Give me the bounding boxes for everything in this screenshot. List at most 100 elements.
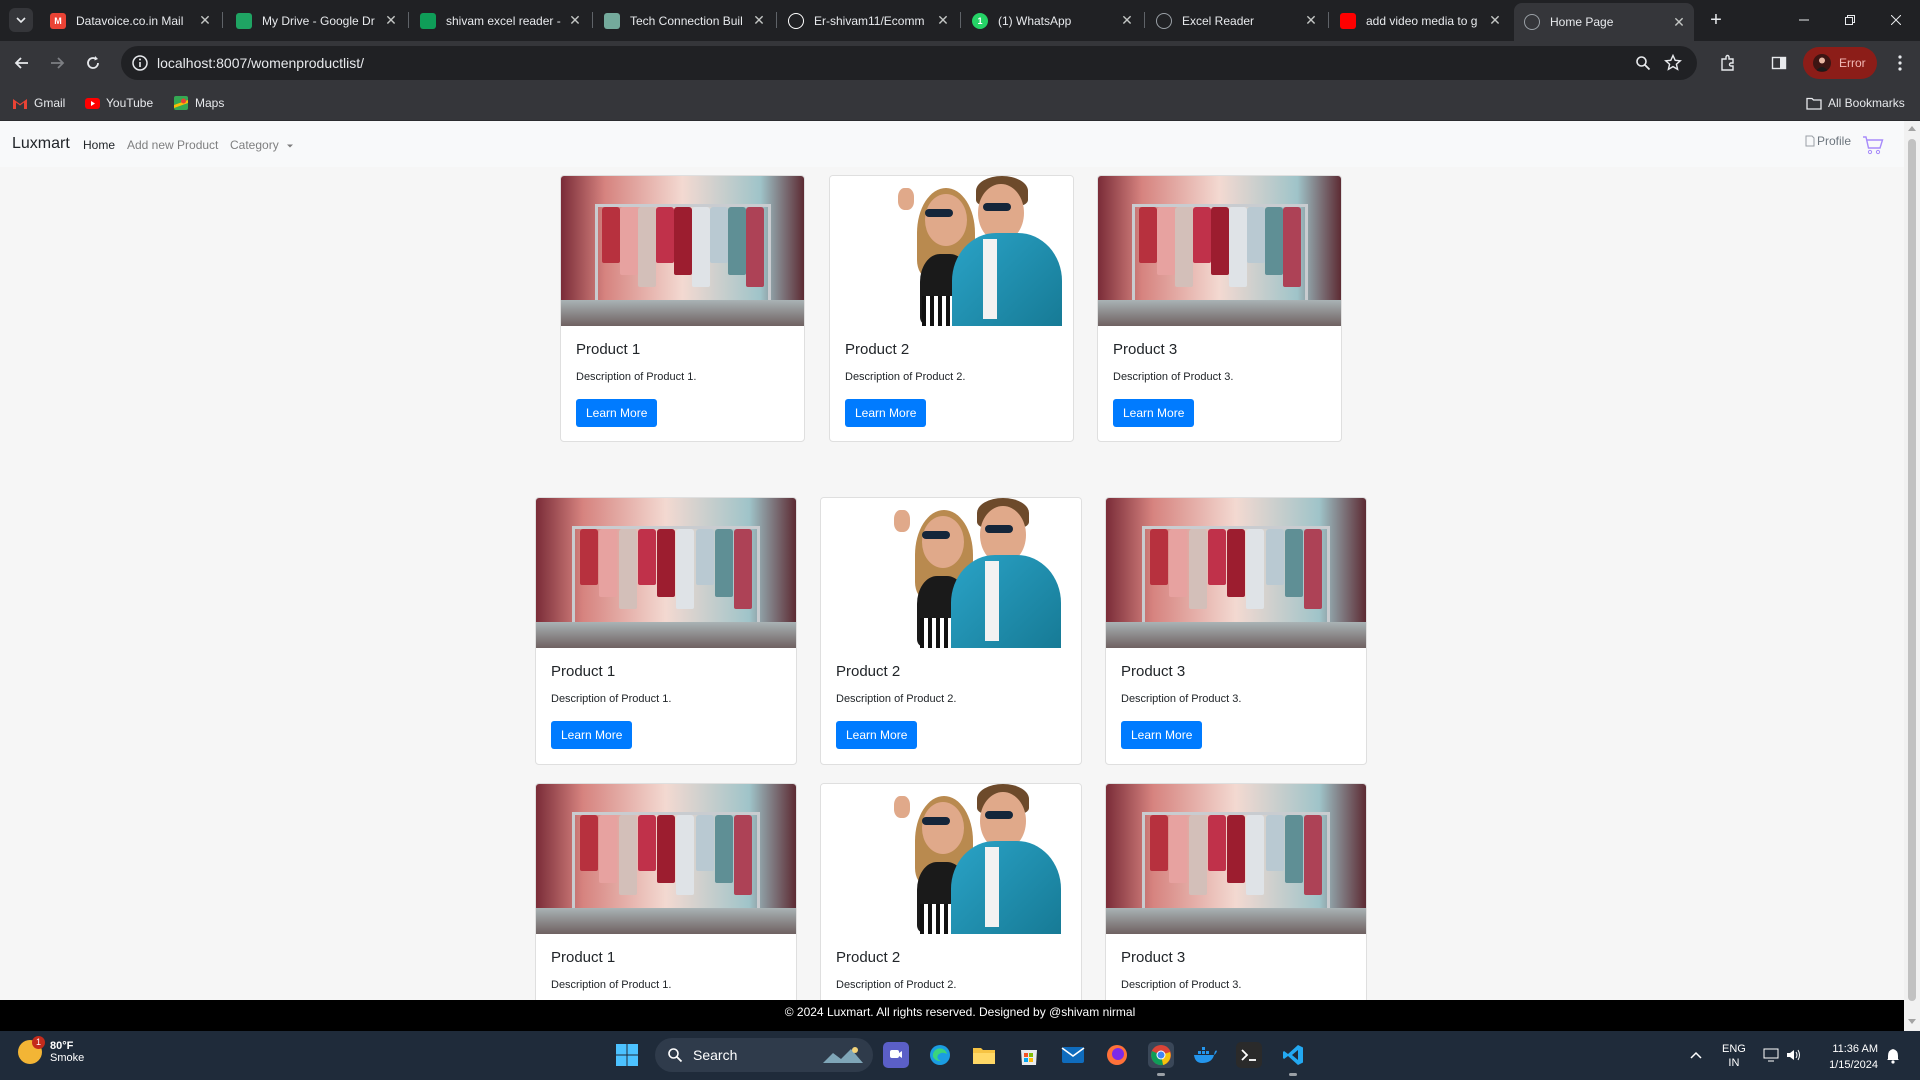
cart-icon[interactable] xyxy=(1862,135,1884,155)
weather-widget[interactable]: 1 80°F Smoke xyxy=(18,1036,85,1064)
page-viewport: Luxmart Home Add new Product Category Pr… xyxy=(0,121,1920,1031)
url-text[interactable]: localhost:8007/womenproductlist/ xyxy=(157,55,364,71)
language-indicator[interactable]: ENG IN xyxy=(1722,1042,1746,1070)
tab-close-icon[interactable]: ✕ xyxy=(1302,12,1320,29)
nav-category-label: Category xyxy=(230,138,279,152)
clock[interactable]: 11:36 AM 1/15/2024 xyxy=(1822,1041,1878,1073)
profile-error-chip[interactable]: Error xyxy=(1803,47,1877,79)
forward-button[interactable] xyxy=(43,49,71,77)
page-scrollbar[interactable] xyxy=(1904,121,1920,1031)
profile-image[interactable]: Profile xyxy=(1805,134,1851,148)
bookmark-maps[interactable]: Maps xyxy=(173,94,224,112)
arrow-right-icon xyxy=(51,57,65,69)
zoom-icon[interactable] xyxy=(1635,55,1651,71)
new-tab-button[interactable]: + xyxy=(1704,8,1728,32)
learn-more-button[interactable]: Learn More xyxy=(1113,399,1195,427)
tab-close-icon[interactable]: ✕ xyxy=(382,12,400,29)
taskbar-teams-icon[interactable] xyxy=(883,1042,909,1068)
browser-tab[interactable]: shivam excel reader - ✕ xyxy=(410,5,590,36)
arrow-left-icon xyxy=(14,57,28,69)
taskbar-firefox-icon[interactable] xyxy=(1104,1042,1130,1068)
browser-tab-strip: M Datavoice.co.in Mail ✕ My Drive - Google … xyxy=(0,0,1920,41)
nav-add-product-link[interactable]: Add new Product xyxy=(127,138,218,152)
tab-search-button[interactable] xyxy=(9,8,33,32)
browser-tab[interactable]: My Drive - Google Dr ✕ xyxy=(226,5,406,36)
bookmark-gmail[interactable]: Gmail xyxy=(12,94,65,112)
tab-close-icon[interactable]: ✕ xyxy=(934,12,952,29)
notification-bell-icon[interactable] xyxy=(1886,1048,1900,1064)
clock-date: 1/15/2024 xyxy=(1829,1059,1878,1071)
tab-title: shivam excel reader - xyxy=(446,13,561,28)
taskbar-store-icon[interactable] xyxy=(1016,1042,1042,1068)
browser-tab[interactable]: Home Page ✕ xyxy=(1514,3,1694,41)
reload-button[interactable] xyxy=(79,49,107,77)
youtube-icon xyxy=(84,95,100,111)
tab-separator xyxy=(960,12,961,28)
back-button[interactable] xyxy=(8,49,36,77)
site-info-icon[interactable] xyxy=(131,54,149,72)
scrollbar-thumb[interactable] xyxy=(1908,139,1916,1001)
tab-close-icon[interactable]: ✕ xyxy=(1486,12,1504,29)
language-label: ENG xyxy=(1722,1043,1746,1055)
fashion-couple-image xyxy=(821,498,1081,648)
browser-tab[interactable]: Excel Reader ✕ xyxy=(1146,5,1326,36)
maps-icon xyxy=(173,95,189,111)
taskbar-vscode-icon[interactable] xyxy=(1280,1042,1306,1076)
person-icon xyxy=(1816,57,1828,71)
nav-category-dropdown[interactable]: Category xyxy=(230,138,294,152)
chevron-up-icon[interactable] xyxy=(1690,1051,1702,1059)
bookmark-star-icon[interactable] xyxy=(1664,54,1682,72)
browser-tab[interactable]: 1 (1) WhatsApp ✕ xyxy=(962,5,1142,36)
volume-icon[interactable] xyxy=(1786,1048,1802,1062)
product-description: Description of Product 3. xyxy=(1121,693,1242,705)
minimize-button[interactable] xyxy=(1781,0,1827,40)
network-icon[interactable] xyxy=(1763,1048,1779,1062)
github-icon xyxy=(788,12,804,29)
chevron-down-icon xyxy=(16,17,26,24)
taskbar-file-explorer-icon[interactable] xyxy=(971,1042,997,1068)
nav-home-link[interactable]: Home xyxy=(83,138,115,152)
side-panel-button[interactable] xyxy=(1765,49,1793,77)
start-button[interactable] xyxy=(614,1042,640,1068)
product-card: Product 3Description of Product 3.Learn … xyxy=(1105,783,1367,1031)
product-description: Description of Product 1. xyxy=(551,693,672,705)
close-window-button[interactable] xyxy=(1873,0,1919,40)
taskbar-docker-icon[interactable] xyxy=(1192,1042,1218,1068)
restore-button[interactable] xyxy=(1827,0,1873,40)
taskbar-edge-icon[interactable] xyxy=(927,1042,953,1068)
learn-more-button[interactable]: Learn More xyxy=(576,399,658,427)
product-title: Product 1 xyxy=(551,663,616,680)
taskbar-search-box[interactable]: Search xyxy=(655,1038,873,1072)
tab-close-icon[interactable]: ✕ xyxy=(750,12,768,29)
product-title: Product 2 xyxy=(836,949,901,966)
learn-more-button[interactable]: Learn More xyxy=(845,399,927,427)
browser-tab[interactable]: add video media to g ✕ xyxy=(1330,5,1510,36)
weather-description: Smoke xyxy=(50,1052,85,1064)
all-bookmarks-button[interactable]: All Bookmarks xyxy=(1806,94,1905,112)
browser-tab[interactable]: Er-shivam11/Ecomm ✕ xyxy=(778,5,958,36)
clothing-rack-image xyxy=(536,784,796,934)
browser-menu-button[interactable] xyxy=(1886,49,1914,77)
tab-close-icon[interactable]: ✕ xyxy=(1118,12,1136,29)
tab-close-icon[interactable]: ✕ xyxy=(566,12,584,29)
scroll-down-arrow-icon[interactable] xyxy=(1908,1019,1916,1024)
address-bar[interactable]: localhost:8007/womenproductlist/ xyxy=(121,46,1697,80)
taskbar-chrome-icon[interactable] xyxy=(1148,1042,1174,1076)
learn-more-button[interactable]: Learn More xyxy=(836,721,918,749)
learn-more-button[interactable]: Learn More xyxy=(551,721,633,749)
scroll-up-arrow-icon[interactable] xyxy=(1908,126,1916,131)
browser-tab[interactable]: M Datavoice.co.in Mail ✕ xyxy=(40,5,220,36)
taskbar-terminal-icon[interactable] xyxy=(1236,1042,1262,1068)
extensions-button[interactable] xyxy=(1714,49,1742,77)
browser-tab[interactable]: Tech Connection Buil ✕ xyxy=(594,5,774,36)
tab-separator xyxy=(776,12,777,28)
google-drive-icon xyxy=(236,12,252,29)
tab-close-icon[interactable]: ✕ xyxy=(196,12,214,29)
gmail-icon xyxy=(12,95,28,111)
bookmark-label: Maps xyxy=(195,96,225,110)
learn-more-button[interactable]: Learn More xyxy=(1121,721,1203,749)
bookmark-youtube[interactable]: YouTube xyxy=(84,94,153,112)
taskbar-mail-icon[interactable] xyxy=(1060,1042,1086,1068)
brand-logo[interactable]: Luxmart xyxy=(12,135,70,153)
tab-close-icon[interactable]: ✕ xyxy=(1670,14,1688,31)
